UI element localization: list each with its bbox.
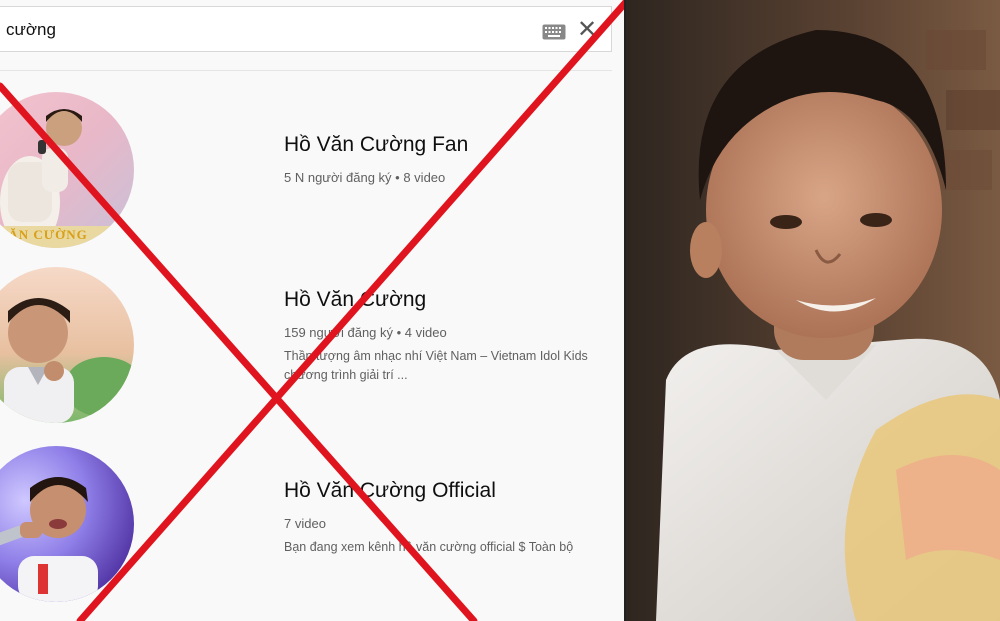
channel-name[interactable]: Hồ Văn Cường Fan bbox=[284, 132, 626, 158]
channel-result-item[interactable]: VĂN CƯỜNG Hồ Văn Cường Fan 5 N người đăn… bbox=[0, 90, 626, 260]
channel-avatar[interactable] bbox=[0, 267, 134, 423]
channel-meta: 5 N người đăng ký • 8 video bbox=[284, 170, 446, 185]
channel-description: Thần tượng âm nhạc nhí Việt Nam – Vietna… bbox=[284, 347, 626, 385]
avatar-image bbox=[0, 446, 134, 602]
channel-name[interactable]: Hồ Văn Cường Official bbox=[284, 478, 626, 504]
avatar-image bbox=[0, 92, 134, 248]
channel-avatar[interactable] bbox=[0, 446, 134, 602]
channel-meta: 7 video bbox=[284, 516, 326, 531]
channel-result-item[interactable]: Hồ Văn Cường 159 người đăng ký • 4 video… bbox=[0, 265, 626, 435]
avatar-caption: VĂN CƯỜNG bbox=[0, 227, 88, 242]
channel-description-line: Bạn đang xem kênh hồ văn cường official … bbox=[284, 540, 574, 554]
avatar-image bbox=[0, 267, 134, 423]
channel-info: Hồ Văn Cường Fan 5 N người đăng ký • 8 v… bbox=[284, 132, 626, 186]
channel-info: Hồ Văn Cường 159 người đăng ký • 4 video… bbox=[284, 287, 626, 385]
channel-description-line: Thần tượng âm nhạc nhí Việt Nam – Vietna… bbox=[284, 349, 588, 363]
youtube-search-screenshot: ✕ bbox=[0, 0, 626, 621]
portrait-image bbox=[626, 0, 1000, 621]
channel-description-line: chương trình giải trí ... bbox=[284, 368, 408, 382]
channel-result-item[interactable]: Hồ Văn Cường Official 7 video Bạn đang x… bbox=[0, 446, 626, 618]
channel-avatar[interactable]: VĂN CƯỜNG bbox=[0, 92, 134, 248]
portrait-photo bbox=[626, 0, 1000, 621]
channel-description: Bạn đang xem kênh hồ văn cường official … bbox=[284, 538, 626, 557]
channel-info: Hồ Văn Cường Official 7 video Bạn đang x… bbox=[284, 478, 626, 557]
channel-results: VĂN CƯỜNG Hồ Văn Cường Fan 5 N người đăn… bbox=[0, 0, 626, 621]
channel-name[interactable]: Hồ Văn Cường bbox=[284, 287, 626, 313]
channel-meta: 159 người đăng ký • 4 video bbox=[284, 325, 447, 340]
